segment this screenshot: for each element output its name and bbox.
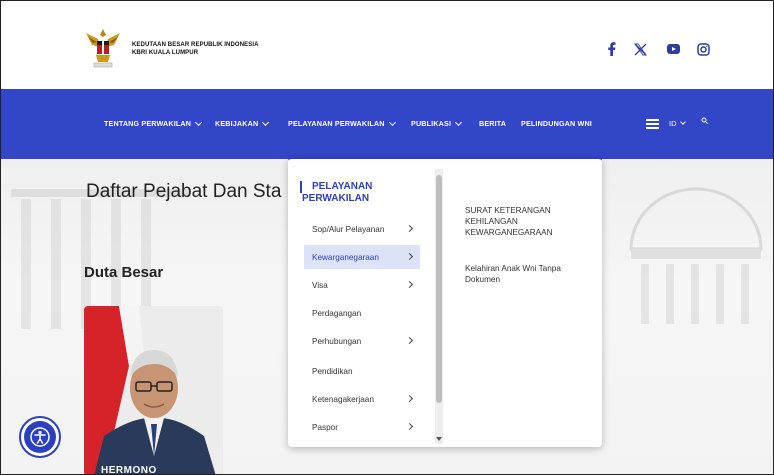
nav-pelindungan-wni[interactable]: PELINDUNGAN WNI <box>521 119 592 128</box>
chevron-down-icon <box>195 118 203 126</box>
language-selector[interactable]: ID <box>669 119 686 128</box>
nav-pelayanan-perwakilan[interactable]: PELAYANAN PERWAKILAN <box>288 118 396 128</box>
instagram-icon[interactable] <box>695 40 711 58</box>
facebook-icon[interactable] <box>606 40 618 58</box>
language-label: ID <box>669 119 677 128</box>
dropdown-heading: PELAYANAN PERWAKILAN <box>300 181 422 205</box>
ambassador-name: HERMONO <box>101 465 157 474</box>
nav-label: PUBLIKASI <box>411 119 452 128</box>
dropdown-item-label: Pendidikan <box>312 366 353 376</box>
dropdown-item-perhubungan[interactable]: Perhubungan <box>304 329 420 353</box>
nav-berita[interactable]: BERITA <box>479 119 506 128</box>
page-title: Daftar Pejabat Dan Sta <box>86 181 282 202</box>
dome-background-image <box>629 187 763 324</box>
hamburger-menu-icon[interactable] <box>646 119 659 129</box>
nav-label: PELINDUNGAN WNI <box>521 119 592 128</box>
pelayanan-dropdown-menu: PELAYANAN PERWAKILAN Sop/Alur Pelayanan … <box>288 157 602 447</box>
dropdown-item-kewarganegaraan[interactable]: Kewarganegaraan <box>304 245 420 269</box>
nav-tentang-perwakilan[interactable]: TENTANG PERWAKILAN <box>104 118 203 128</box>
dropdown-heading-line-2: PERWAKILAN <box>302 193 370 204</box>
chevron-right-icon <box>405 422 414 431</box>
scroll-down-arrow-icon[interactable] <box>436 437 442 441</box>
garuda-emblem-logo[interactable] <box>84 25 122 69</box>
brand-line-1: KEDUTAAN BESAR REPUBLIK INDONESIA <box>132 42 259 48</box>
dropdown-item-pendidikan[interactable]: Pendidikan <box>304 359 420 383</box>
main-nav: TENTANG PERWAKILAN KEBIJAKAN PELAYANAN P… <box>1 89 773 159</box>
ambassador-photo[interactable] <box>84 306 223 474</box>
chevron-down-icon <box>455 118 463 126</box>
nav-label: BERITA <box>479 119 507 128</box>
dropdown-item-ketenagakerjaan[interactable]: Ketenagakerjaan <box>304 387 420 411</box>
nav-kebijakan[interactable]: KEBIJAKAN <box>215 118 270 128</box>
submenu-item-surat-keterangan-kehilangan[interactable]: SURAT KETERANGAN KEHILANGAN KEWARGANEGAR… <box>465 205 575 238</box>
dropdown-item-label: Paspor <box>312 422 338 432</box>
dropdown-scrollbar[interactable] <box>435 169 443 444</box>
dropdown-item-paspor[interactable]: Paspor <box>304 415 420 439</box>
chevron-down-icon <box>388 118 396 126</box>
nav-label: TENTANG PERWAKILAN <box>104 119 192 128</box>
dropdown-item-label: Sop/Alur Pelayanan <box>312 224 385 234</box>
dropdown-item-visa[interactable]: Visa <box>304 273 420 297</box>
x-icon[interactable] <box>632 40 648 58</box>
accessibility-button[interactable] <box>19 416 61 458</box>
top-header: KEDUTAAN BESAR REPUBLIK INDONESIA KBRI K… <box>1 1 773 89</box>
dropdown-item-label: Perdagangan <box>312 308 362 318</box>
chevron-right-icon <box>405 280 414 289</box>
dropdown-item-label: Kewarganegaraan <box>312 252 379 262</box>
scrollbar-thumb[interactable] <box>436 175 442 403</box>
chevron-down-icon <box>679 119 686 125</box>
nav-label: KEBIJAKAN <box>215 119 259 128</box>
accessibility-icon <box>30 427 50 447</box>
dropdown-heading-line-1: PELAYANAN <box>312 181 373 192</box>
nav-publikasi[interactable]: PUBLIKASI <box>411 118 463 128</box>
submenu-item-kelahiran-anak-wni[interactable]: Kelahiran Anak Wni Tanpa Dokumen <box>465 263 575 285</box>
dropdown-item-perdagangan[interactable]: Perdagangan <box>304 301 420 325</box>
youtube-icon[interactable] <box>665 40 681 58</box>
chevron-right-icon <box>405 394 414 403</box>
heading-accent-bar <box>300 181 302 193</box>
dropdown-item-sop-alur-pelayanan[interactable]: Sop/Alur Pelayanan <box>304 217 420 241</box>
brand-line-2: KBRI KUALA LUMPUR <box>132 49 199 56</box>
chevron-right-icon <box>405 336 414 345</box>
search-icon[interactable] <box>701 117 708 124</box>
brand-name[interactable]: KEDUTAAN BESAR REPUBLIK INDONESIA KBRI K… <box>132 42 259 57</box>
chevron-down-icon <box>262 118 270 126</box>
dropdown-item-label: Ketenagakerjaan <box>312 394 374 404</box>
chevron-right-icon <box>405 252 414 261</box>
browser-frame: KEDUTAAN BESAR REPUBLIK INDONESIA KBRI K… <box>0 0 774 475</box>
dropdown-item-label: Visa <box>312 280 328 290</box>
nav-label: PELAYANAN PERWAKILAN <box>288 119 385 128</box>
section-title: Duta Besar <box>84 264 164 281</box>
dropdown-item-label: Perhubungan <box>312 336 362 346</box>
chevron-right-icon <box>405 224 414 233</box>
